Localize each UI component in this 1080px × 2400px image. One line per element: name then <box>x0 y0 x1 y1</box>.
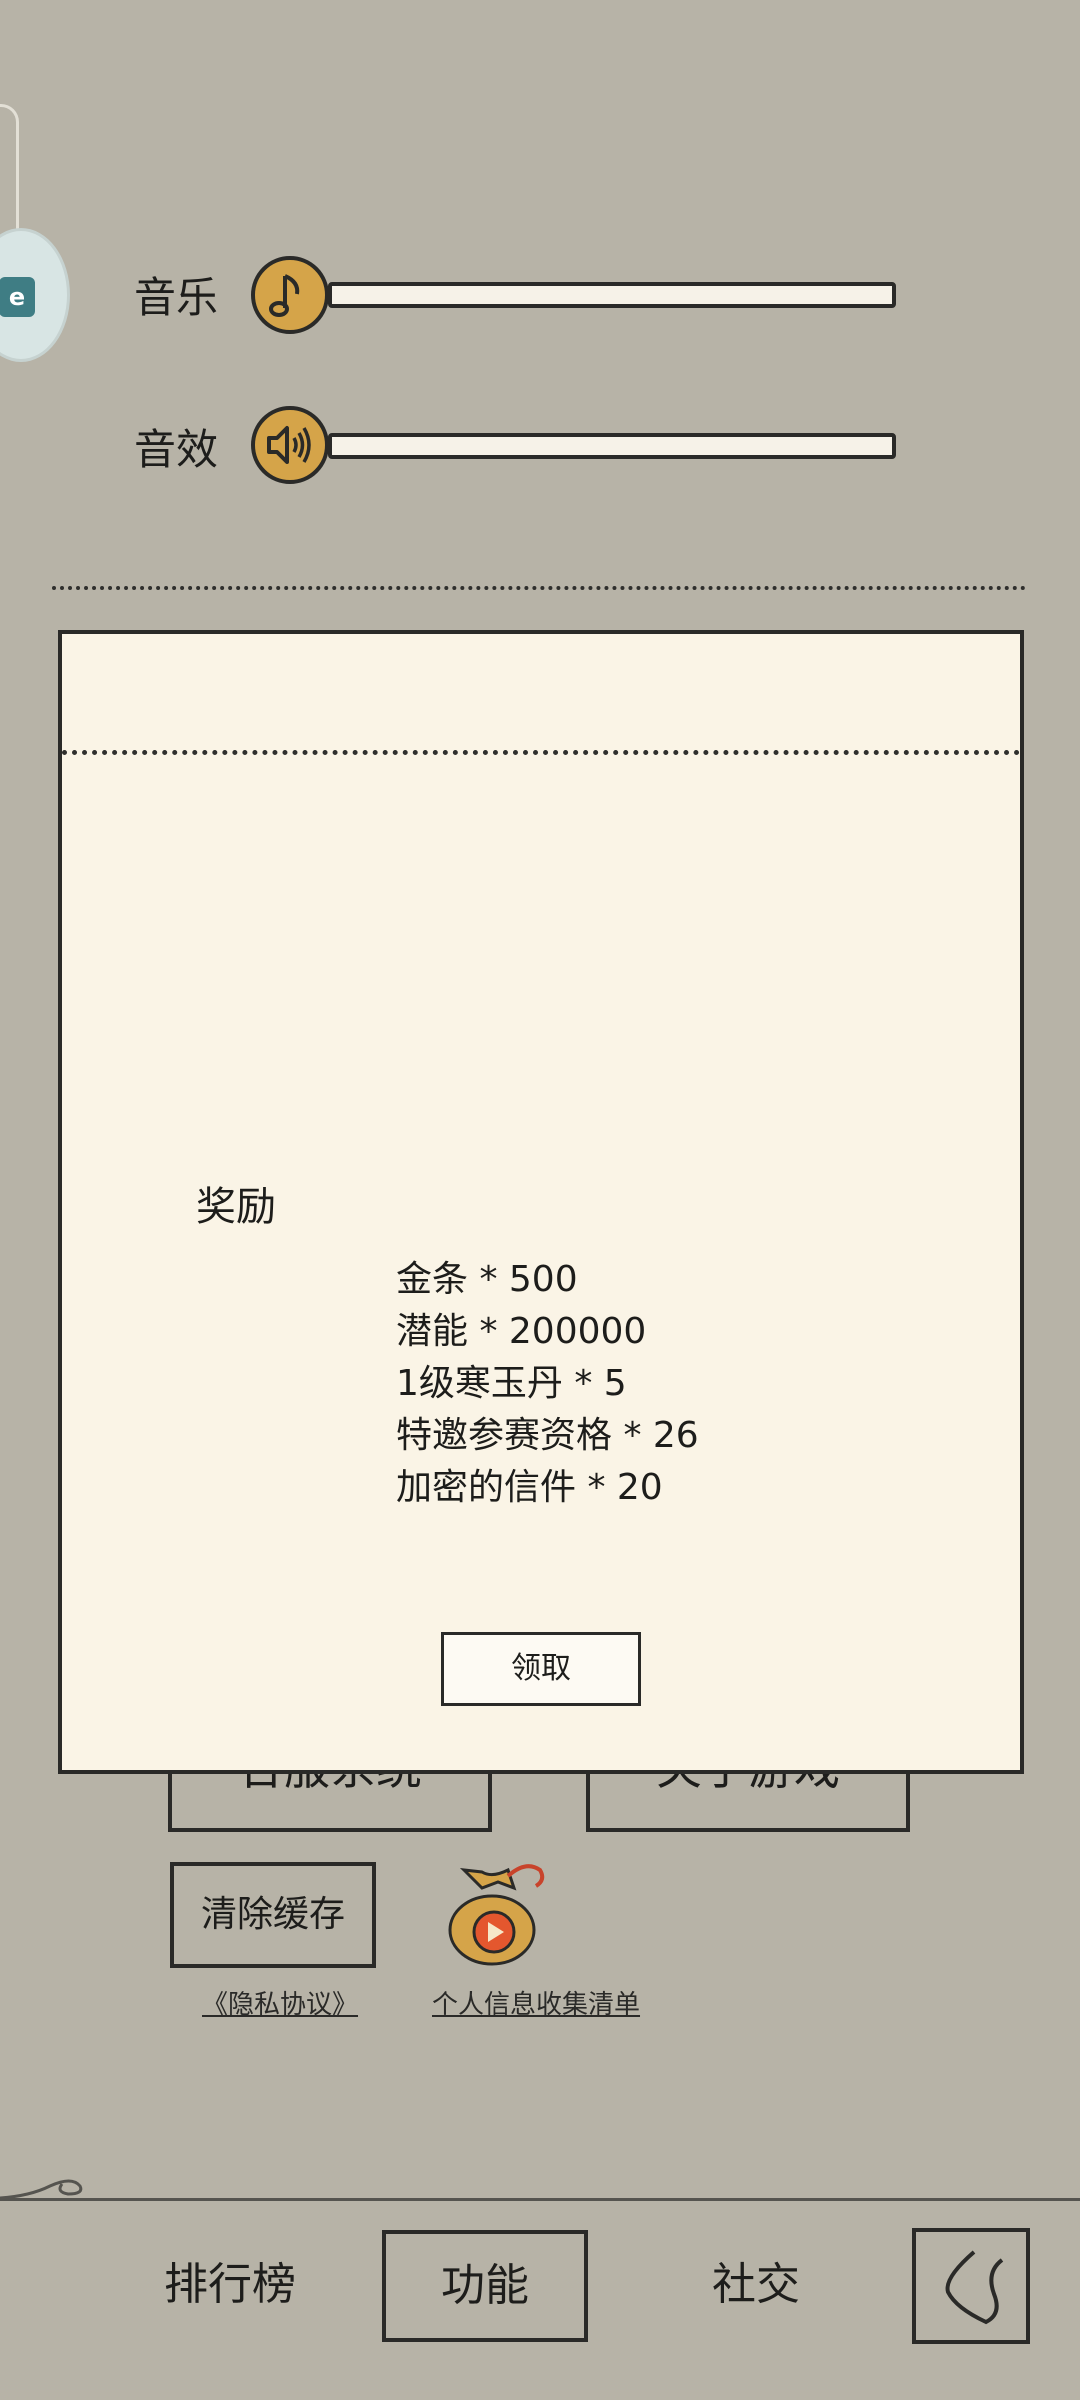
reward-item: 1级寒玉丹 * 5 <box>396 1363 627 1404</box>
nav-divider <box>0 2198 1080 2201</box>
side-avatar[interactable]: e <box>0 228 70 362</box>
clear-cache-button[interactable]: 清除缓存 <box>170 1862 376 1968</box>
back-button[interactable] <box>912 2228 1030 2344</box>
music-slider-track[interactable] <box>328 282 896 308</box>
app-badge-icon: e <box>0 277 35 317</box>
music-label: 音乐 <box>134 273 219 322</box>
sfx-slider-knob[interactable] <box>251 406 329 484</box>
claim-button[interactable]: 领取 <box>441 1632 641 1706</box>
personal-info-list-link[interactable]: 个人信息收集清单 <box>432 1984 640 2021</box>
tab-function[interactable]: 功能 <box>382 2230 588 2342</box>
scroll-ornament-icon <box>0 2179 83 2200</box>
reward-dialog: 奖励 金条 * 500 潜能 * 200000 1级寒玉丹 * 5 特邀参赛资格… <box>58 630 1024 1774</box>
sfx-label: 音效 <box>134 425 219 474</box>
back-arrow-icon <box>945 2250 1004 2325</box>
speaker-icon <box>267 426 311 464</box>
reward-item: 特邀参赛资格 * 26 <box>396 1415 699 1456</box>
tab-leaderboard[interactable]: 排行榜 <box>130 2230 330 2340</box>
reward-item: 金条 * 500 <box>396 1259 578 1300</box>
section-divider <box>52 586 1026 590</box>
reward-title: 奖励 <box>196 1184 276 1230</box>
reward-item: 加密的信件 * 20 <box>396 1467 663 1508</box>
sfx-slider-track[interactable] <box>328 433 896 459</box>
music-note-icon <box>269 274 300 317</box>
gift-bag-icon[interactable] <box>442 1858 554 1972</box>
reward-list: 金条 * 500 潜能 * 200000 1级寒玉丹 * 5 特邀参赛资格 * … <box>396 1254 699 1514</box>
tab-social[interactable]: 社交 <box>656 2230 856 2340</box>
dialog-divider <box>62 750 1020 755</box>
reward-item: 潜能 * 200000 <box>396 1311 647 1352</box>
music-slider-knob[interactable] <box>251 256 329 334</box>
privacy-agreement-link[interactable]: 《隐私协议》 <box>202 1984 358 2021</box>
